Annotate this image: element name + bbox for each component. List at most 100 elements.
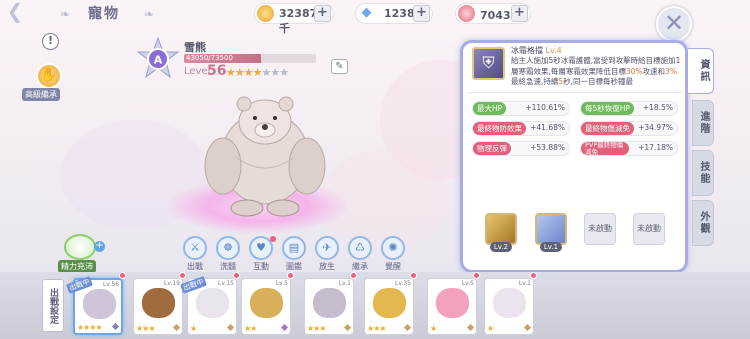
- element-gem-icon: [111, 322, 120, 331]
- book-icon: ▤: [282, 236, 306, 260]
- pet-card-stars: ★★★: [136, 324, 155, 333]
- pet-card-stars: ★★★: [367, 324, 386, 333]
- gold-guard-icon[interactable]: [485, 213, 517, 245]
- wash-icon: ☸: [216, 236, 240, 260]
- pet-card-level: Lv.15: [218, 280, 234, 287]
- pet-card-level: Lv.5: [275, 280, 288, 287]
- snow-bear-model[interactable]: [195, 88, 335, 220]
- pet-card-level: Lv.56: [103, 281, 119, 288]
- empty-slot[interactable]: 未啟動: [633, 213, 665, 245]
- notification-dot: [233, 272, 240, 279]
- star-filled-icon: ★: [234, 66, 245, 79]
- wing-right-icon: ❧: [144, 7, 155, 21]
- element-gem-icon: [226, 323, 235, 332]
- add-boot-button[interactable]: +: [511, 5, 528, 22]
- action-awaken-button[interactable]: ✺ 覺醒: [380, 236, 406, 272]
- pet-card[interactable]: Lv.19 ★★★: [133, 278, 183, 335]
- advanced-inherit-label: 高級繼承: [22, 88, 60, 101]
- currency-boot: 7043千 +: [455, 3, 531, 24]
- element-gem-icon: [466, 323, 475, 332]
- stat-final-pdmg-reduction: 最終物傷減免 +34.97%: [580, 121, 678, 136]
- action-interact-button[interactable]: ♥ 互動: [248, 236, 276, 272]
- stat-final-pdef: 最終物防效果 +41.68%: [472, 121, 570, 136]
- pet-card[interactable]: Lv.1 ★: [484, 278, 534, 335]
- diamond-icon: ◆: [361, 5, 372, 20]
- action-wash-button[interactable]: ☸ 洗髓: [215, 236, 241, 272]
- pet-card[interactable]: Lv.5 ★: [427, 278, 477, 335]
- tab-advance[interactable]: 進階: [692, 100, 714, 146]
- pet-card-level: Lv.1: [518, 280, 531, 287]
- star-filled-icon: ★: [226, 66, 236, 79]
- notification-dot: [530, 272, 537, 279]
- divider: [468, 92, 682, 93]
- pet-star-rating: ★★★★★★★: [226, 66, 289, 79]
- element-gem-icon: [403, 323, 412, 332]
- angel-icon[interactable]: [535, 213, 567, 245]
- release-icon: ✈: [315, 236, 339, 260]
- pet-card-stars: ★: [430, 324, 437, 333]
- star-filled-icon: ★: [243, 66, 254, 79]
- action-release-button[interactable]: ✈ 放生: [314, 236, 340, 272]
- tab-skills[interactable]: 技能: [692, 150, 714, 196]
- currency-zeny: 323873千 +: [254, 3, 334, 35]
- stat-hp-regen: 每5秒恢復HP +18.5%: [580, 101, 678, 116]
- awaken-icon: ✺: [381, 236, 405, 260]
- pet-card-stars: ★: [190, 324, 197, 333]
- action-inherit-button[interactable]: ♺ 繼承: [347, 236, 373, 272]
- battle-settings-button[interactable]: 出戰設定: [42, 279, 64, 332]
- back-arrow-icon[interactable]: ❮: [2, 0, 28, 22]
- pet-card[interactable]: Lv.1 ★★★: [304, 278, 354, 335]
- star-filled-icon: ★: [252, 66, 263, 79]
- info-icon[interactable]: !: [42, 33, 59, 50]
- notification-dot: [119, 272, 126, 279]
- pet-portrait: [196, 288, 229, 318]
- advanced-inherit-icon[interactable]: ✋: [36, 63, 62, 89]
- pet-portrait: [142, 288, 175, 318]
- close-button[interactable]: ✕: [656, 6, 692, 42]
- empty-slot[interactable]: 未啟動: [584, 213, 616, 245]
- pet-card-stars: ★★★: [307, 324, 326, 333]
- pet-portrait: [436, 288, 469, 318]
- tab-info[interactable]: 資訊: [688, 48, 714, 94]
- element-gem-icon: [280, 323, 289, 332]
- stat-max-hp: 最大HP +110.61%: [472, 101, 570, 116]
- pet-card-level: Lv.1: [338, 280, 351, 287]
- slot-level: Lv.1: [540, 242, 562, 252]
- pet-portrait: [373, 288, 406, 318]
- pet-card-level: Lv.5: [461, 280, 474, 287]
- element-gem-icon: [343, 323, 352, 332]
- skill-description: 給主人施加5秒冰霜護體,當受到攻擊時給目標施加1層寒霜效果,每層寒霜效果降低目標…: [511, 56, 681, 86]
- rename-edit-icon[interactable]: ✎: [331, 59, 348, 74]
- inherit-icon: ♺: [348, 236, 372, 260]
- add-diamond-button[interactable]: +: [413, 5, 430, 22]
- frost-shield-skill-icon[interactable]: ⛨: [472, 47, 505, 80]
- pet-card-level: Lv.19: [164, 280, 180, 287]
- notification-dot: [270, 236, 276, 242]
- add-zeny-button[interactable]: +: [314, 5, 331, 22]
- top-bar: ❮ ❧ 寵物 ❧ 323873千 + ◆ 1238 + 7043千 +: [0, 0, 750, 35]
- pet-card[interactable]: Lv.35 ★★★: [364, 278, 414, 335]
- notification-dot: [179, 272, 186, 279]
- pet-card-level: Lv.35: [395, 280, 411, 287]
- pet-name: 雪熊: [184, 41, 206, 54]
- swords-icon: ⚔: [183, 236, 207, 260]
- pet-card-stars: ★: [487, 324, 494, 333]
- star-empty-icon: ★: [279, 66, 289, 79]
- notification-dot: [287, 272, 294, 279]
- pet-card[interactable]: Lv.5 ★★: [241, 278, 291, 335]
- rank-letter: A: [154, 54, 163, 67]
- tab-appearance[interactable]: 外觀: [692, 200, 714, 246]
- add-energy-button[interactable]: +: [94, 241, 105, 252]
- skill-title: 冰霜格擋 Lv.4: [511, 46, 562, 55]
- notification-dot: [410, 272, 417, 279]
- pet-card-stars: ★★★★: [77, 323, 103, 332]
- star-empty-icon: ★: [270, 66, 280, 79]
- action-codex-button[interactable]: ▤ 圖鑑: [281, 236, 307, 272]
- action-battle-button[interactable]: ⚔ 出戰: [182, 236, 208, 272]
- energy-status-icon[interactable]: [64, 234, 96, 260]
- level-value: 56: [207, 63, 227, 79]
- pet-card-stars: ★★: [244, 324, 257, 333]
- zeny-coin-icon: [257, 5, 274, 22]
- pet-portrait: [493, 288, 526, 318]
- stat-phys-reflect: 物理反彈 +53.88%: [472, 141, 570, 156]
